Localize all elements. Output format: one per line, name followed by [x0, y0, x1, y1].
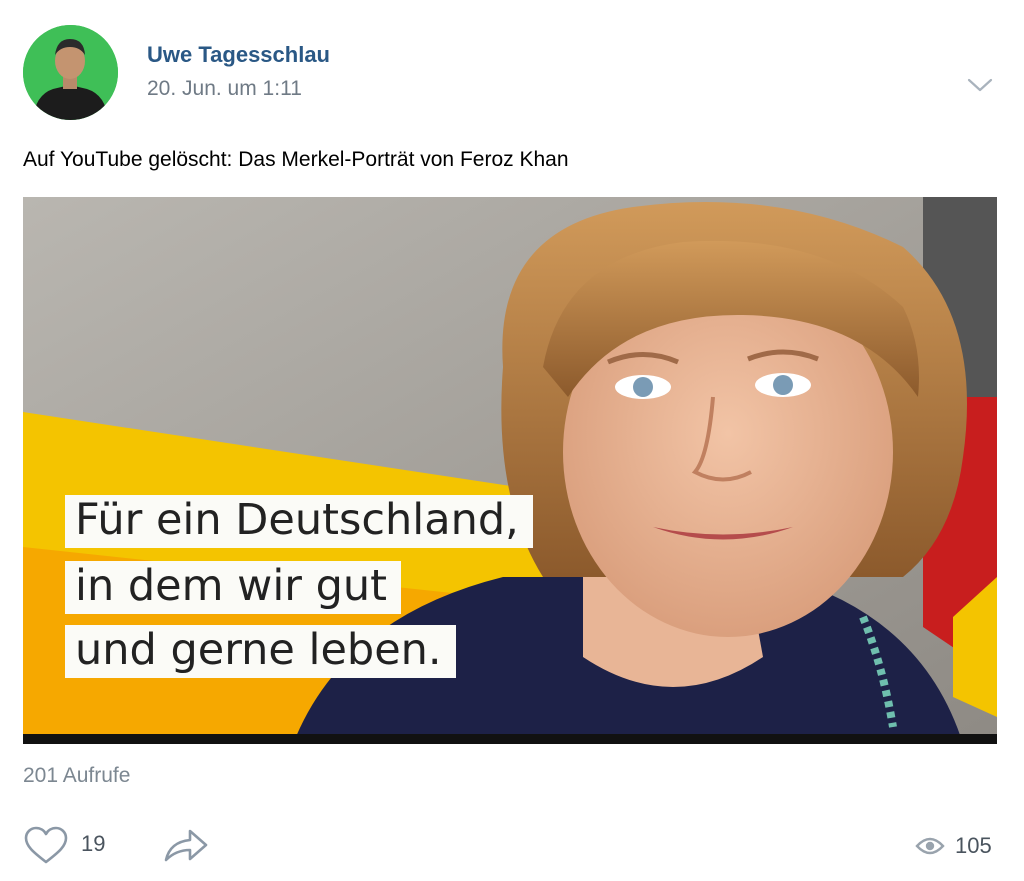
slogan-line-2: in dem wir gut	[65, 561, 402, 615]
share-arrow-icon	[164, 829, 208, 862]
views-counter: 105	[915, 830, 1005, 864]
slogan-line-1: Für ein Deutschland,	[65, 495, 533, 549]
avatar[interactable]	[23, 25, 118, 120]
author-name[interactable]: Uwe Tagesschlau	[147, 42, 330, 68]
video-views-label: 201 Aufrufe	[23, 764, 131, 787]
like-count: 19	[81, 831, 106, 856]
chevron-down-icon	[967, 78, 993, 92]
views-count: 105	[955, 833, 992, 858]
video-thumbnail[interactable]: Für ein Deutschland, in dem wir gut und …	[23, 197, 997, 744]
post-date[interactable]: 20. Jun. um 1:11	[147, 77, 302, 101]
heart-icon	[24, 826, 68, 864]
post-text: Auf YouTube gelöscht: Das Merkel-Porträt…	[23, 148, 569, 171]
like-button[interactable]: 19	[23, 826, 123, 866]
post-menu-button[interactable]	[965, 74, 995, 96]
share-button[interactable]	[162, 826, 210, 866]
slogan-line-3: und gerne leben.	[65, 625, 456, 679]
eye-icon	[915, 837, 945, 855]
